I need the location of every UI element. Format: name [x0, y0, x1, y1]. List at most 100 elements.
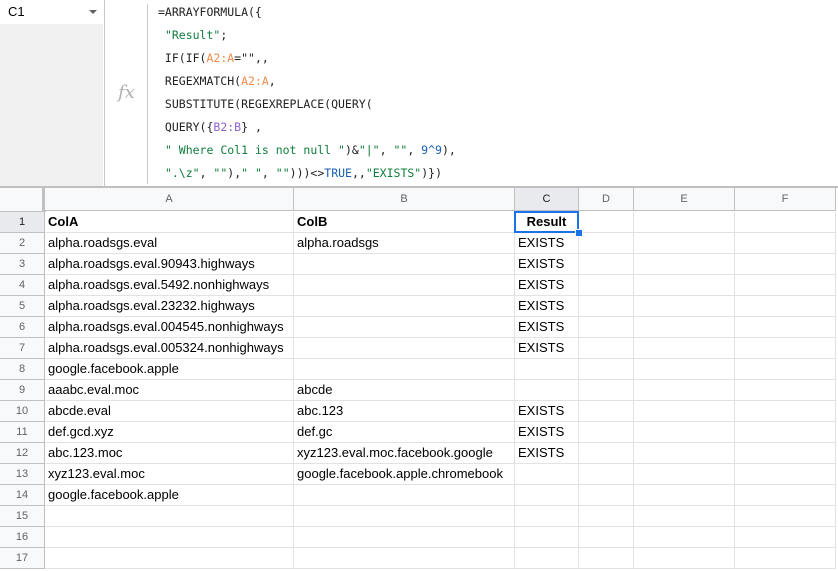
cell-a16[interactable]	[45, 527, 294, 548]
cell-b7[interactable]	[294, 338, 515, 359]
cell-a6[interactable]: alpha.roadsgs.eval.004545.nonhighways	[45, 317, 294, 338]
cell-a12[interactable]: abc.123.moc	[45, 443, 294, 464]
cell-f3[interactable]	[735, 254, 836, 275]
cell-d9[interactable]	[579, 380, 634, 401]
column-header-f[interactable]: F	[735, 188, 836, 211]
cell-a4[interactable]: alpha.roadsgs.eval.5492.nonhighways	[45, 275, 294, 296]
cell-c9[interactable]	[515, 380, 579, 401]
cell-f4[interactable]	[735, 275, 836, 296]
cell-d10[interactable]	[579, 401, 634, 422]
row-header-1[interactable]: 1	[0, 212, 45, 233]
cell-d8[interactable]	[579, 359, 634, 380]
row-header-14[interactable]: 14	[0, 485, 45, 506]
cell-a5[interactable]: alpha.roadsgs.eval.23232.highways	[45, 296, 294, 317]
cell-d6[interactable]	[579, 317, 634, 338]
row-header-6[interactable]: 6	[0, 317, 45, 338]
cell-a11[interactable]: def.gcd.xyz	[45, 422, 294, 443]
cell-d17[interactable]	[579, 548, 634, 569]
cell-e15[interactable]	[634, 506, 735, 527]
row-header-12[interactable]: 12	[0, 443, 45, 464]
cell-e2[interactable]	[634, 233, 735, 254]
cell-d5[interactable]	[579, 296, 634, 317]
cell-c5[interactable]: EXISTS	[515, 296, 579, 317]
cell-d13[interactable]	[579, 464, 634, 485]
cell-b10[interactable]: abc.123	[294, 401, 515, 422]
cell-f13[interactable]	[735, 464, 836, 485]
cell-b17[interactable]	[294, 548, 515, 569]
cell-b8[interactable]	[294, 359, 515, 380]
cell-a10[interactable]: abcde.eval	[45, 401, 294, 422]
cell-b1[interactable]: ColB	[294, 212, 515, 233]
cell-a7[interactable]: alpha.roadsgs.eval.005324.nonhighways	[45, 338, 294, 359]
row-header-15[interactable]: 15	[0, 506, 45, 527]
cell-f17[interactable]	[735, 548, 836, 569]
cell-c13[interactable]	[515, 464, 579, 485]
cell-e14[interactable]	[634, 485, 735, 506]
cell-f2[interactable]	[735, 233, 836, 254]
cell-c17[interactable]	[515, 548, 579, 569]
row-header-8[interactable]: 8	[0, 359, 45, 380]
row-header-2[interactable]: 2	[0, 233, 45, 254]
cell-a2[interactable]: alpha.roadsgs.eval	[45, 233, 294, 254]
cell-b6[interactable]	[294, 317, 515, 338]
cell-a15[interactable]	[45, 506, 294, 527]
cell-c14[interactable]	[515, 485, 579, 506]
name-box[interactable]: C1	[0, 0, 103, 24]
cell-e9[interactable]	[634, 380, 735, 401]
name-box-value[interactable]: C1	[8, 4, 25, 19]
column-header-a[interactable]: A	[45, 188, 294, 211]
cell-e4[interactable]	[634, 275, 735, 296]
cell-f11[interactable]	[735, 422, 836, 443]
cell-e11[interactable]	[634, 422, 735, 443]
fill-handle[interactable]	[575, 229, 583, 237]
cell-f15[interactable]	[735, 506, 836, 527]
cell-d2[interactable]	[579, 233, 634, 254]
cell-e1[interactable]	[634, 212, 735, 233]
cell-f6[interactable]	[735, 317, 836, 338]
cell-c10[interactable]: EXISTS	[515, 401, 579, 422]
row-header-3[interactable]: 3	[0, 254, 45, 275]
cell-e5[interactable]	[634, 296, 735, 317]
cell-b14[interactable]	[294, 485, 515, 506]
cell-b15[interactable]	[294, 506, 515, 527]
cell-b3[interactable]	[294, 254, 515, 275]
cell-c8[interactable]	[515, 359, 579, 380]
formula-bar-input[interactable]: =ARRAYFORMULA({ "Result"; IF(IF(A2:A="",…	[158, 4, 456, 188]
cell-e6[interactable]	[634, 317, 735, 338]
row-header-4[interactable]: 4	[0, 275, 45, 296]
cell-e13[interactable]	[634, 464, 735, 485]
cell-b4[interactable]	[294, 275, 515, 296]
cell-d12[interactable]	[579, 443, 634, 464]
row-header-10[interactable]: 10	[0, 401, 45, 422]
row-header-5[interactable]: 5	[0, 296, 45, 317]
cell-e8[interactable]	[634, 359, 735, 380]
cell-d1[interactable]	[579, 212, 634, 233]
select-all-corner[interactable]	[0, 188, 46, 212]
cell-f14[interactable]	[735, 485, 836, 506]
cell-a9[interactable]: aaabc.eval.moc	[45, 380, 294, 401]
cell-a8[interactable]: google.facebook.apple	[45, 359, 294, 380]
cell-b16[interactable]	[294, 527, 515, 548]
cell-b11[interactable]: def.gc	[294, 422, 515, 443]
cell-e10[interactable]	[634, 401, 735, 422]
cell-e12[interactable]	[634, 443, 735, 464]
row-header-17[interactable]: 17	[0, 548, 45, 569]
cell-f8[interactable]	[735, 359, 836, 380]
cell-a14[interactable]: google.facebook.apple	[45, 485, 294, 506]
cell-b5[interactable]	[294, 296, 515, 317]
cell-d4[interactable]	[579, 275, 634, 296]
chevron-down-icon[interactable]	[89, 10, 97, 14]
cell-c12[interactable]: EXISTS	[515, 443, 579, 464]
cell-e7[interactable]	[634, 338, 735, 359]
cell-f1[interactable]	[735, 212, 836, 233]
cell-b9[interactable]: abcde	[294, 380, 515, 401]
cell-d11[interactable]	[579, 422, 634, 443]
cell-d14[interactable]	[579, 485, 634, 506]
cell-b2[interactable]: alpha.roadsgs	[294, 233, 515, 254]
cell-c7[interactable]: EXISTS	[515, 338, 579, 359]
cell-f12[interactable]	[735, 443, 836, 464]
column-header-b[interactable]: B	[294, 188, 515, 211]
cell-c6[interactable]: EXISTS	[515, 317, 579, 338]
cell-b12[interactable]: xyz123.eval.moc.facebook.google	[294, 443, 515, 464]
cell-c4[interactable]: EXISTS	[515, 275, 579, 296]
